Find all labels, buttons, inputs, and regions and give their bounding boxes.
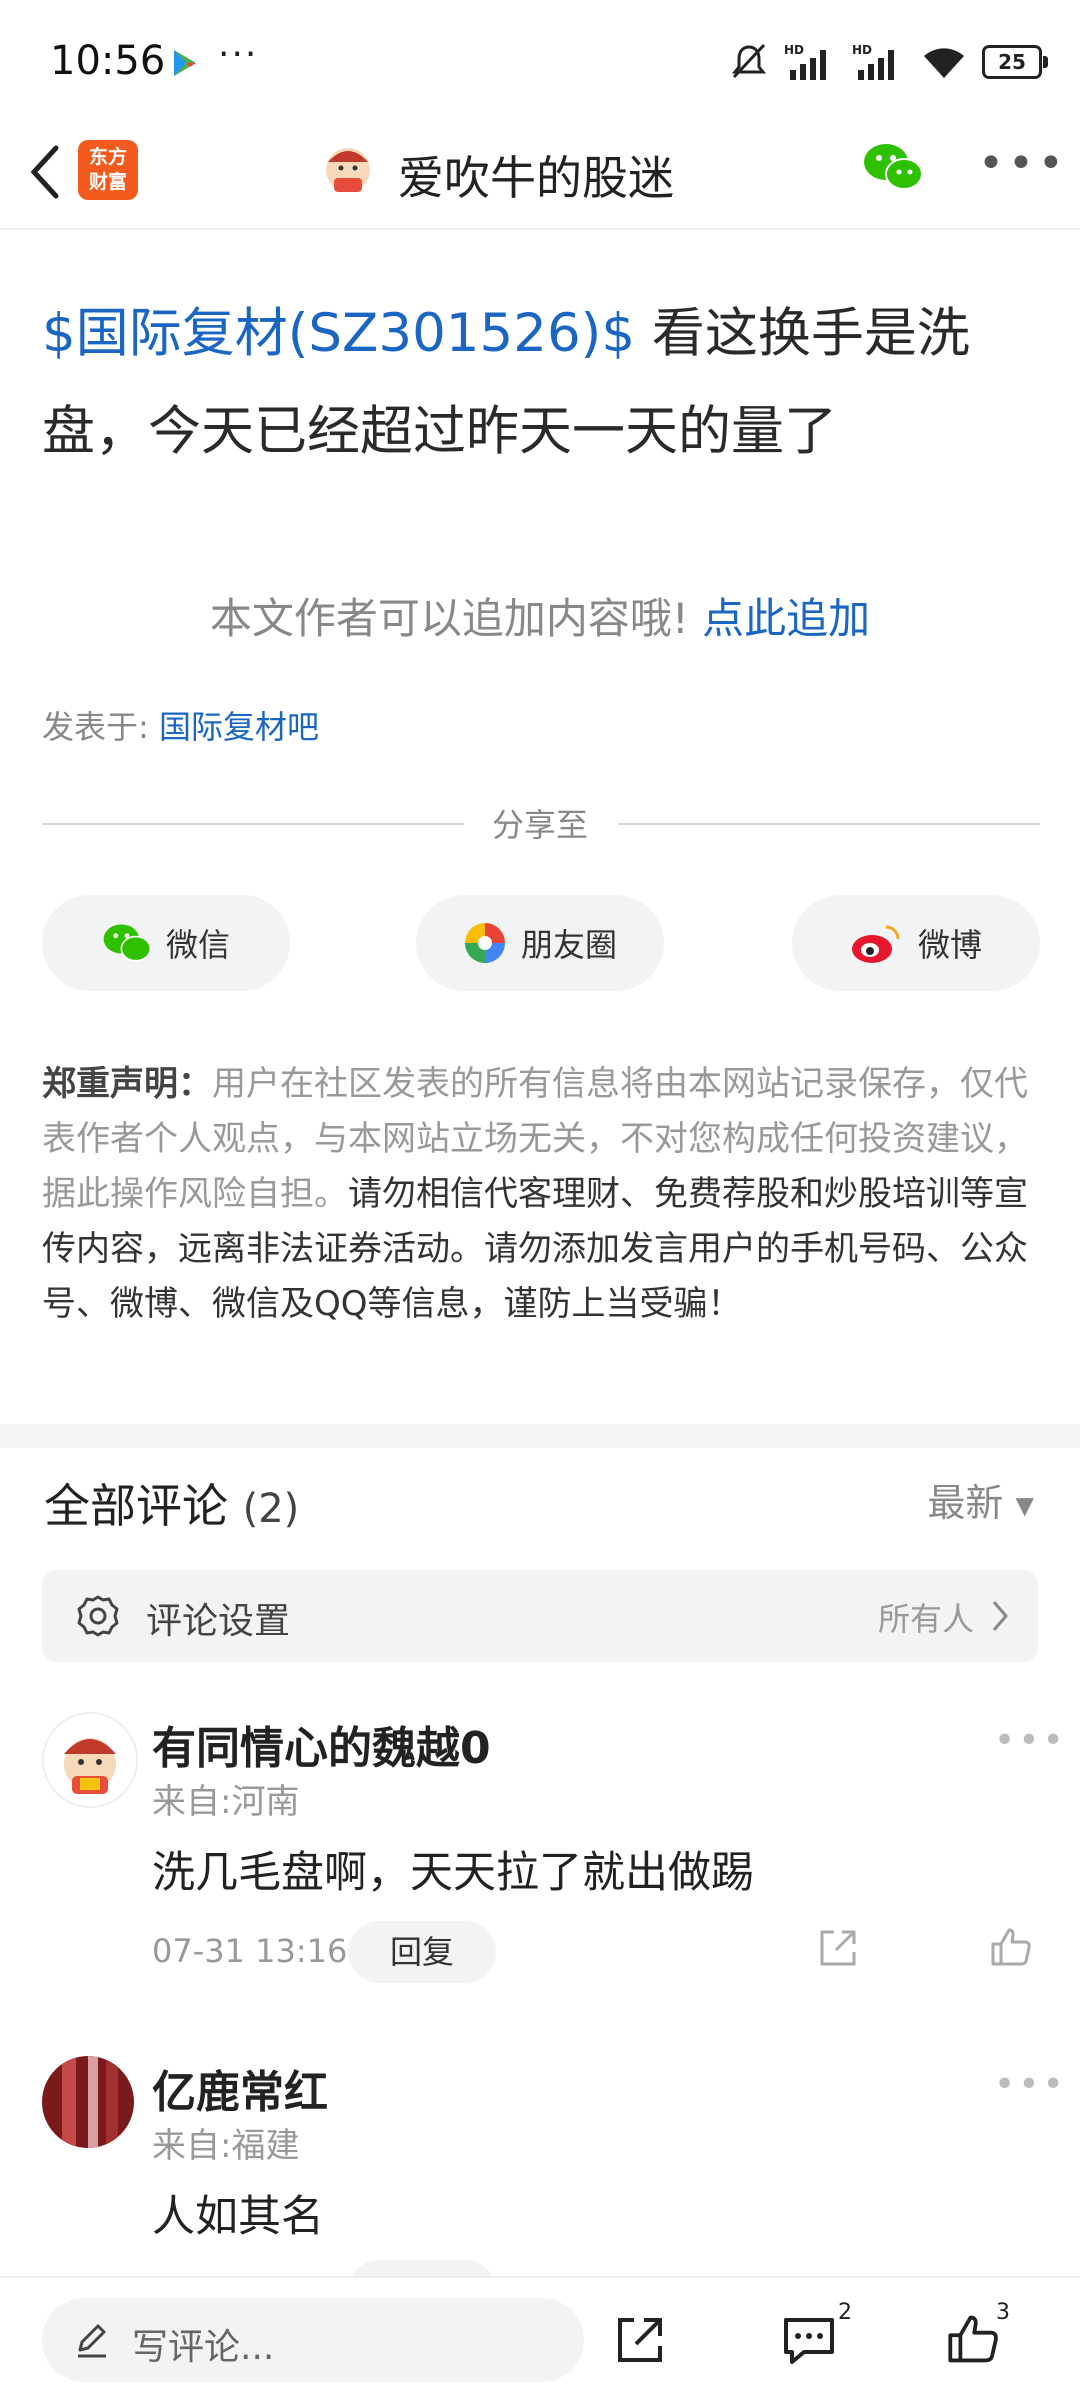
caret-down-icon: ▼: [1015, 1491, 1034, 1520]
reply-button[interactable]: 回复: [348, 1921, 496, 1983]
share-icon[interactable]: [612, 2312, 668, 2368]
append-prompt: 本文作者可以追加内容哦! 点此追加: [0, 585, 1080, 646]
avatar[interactable]: [42, 1712, 138, 1808]
svg-text:HD: HD: [784, 43, 804, 57]
comment-text: 人如其名: [152, 2192, 324, 2242]
share-weibo-label: 微博: [917, 926, 982, 964]
forum-link[interactable]: 国际复材吧: [159, 708, 319, 746]
share-moments-label: 朋友圈: [520, 926, 617, 964]
comments-title: 全部评论 (2): [44, 1470, 299, 1536]
signal-icon: HD: [784, 43, 826, 80]
like-count-badge: 3: [996, 2300, 1010, 2325]
comment-icon[interactable]: [780, 2312, 838, 2368]
comment-placeholder: 写评论...: [132, 2327, 275, 2368]
post-content: $国际复材(SZ301526)$ 看这换手是洗盘，今天已经超过昨天一天的量了: [42, 285, 1042, 481]
author-avatar-icon: [326, 148, 370, 192]
share-wechat-label: 微信: [165, 926, 230, 964]
comment-item: 亿鹿常红 来自:福建 ••• 人如其名: [0, 2044, 1080, 2276]
comment-author[interactable]: 亿鹿常红: [152, 2056, 328, 2120]
comment-count-badge: 2: [838, 2300, 852, 2325]
mute-icon: [731, 43, 767, 79]
signal-icon-2: HD: [852, 43, 894, 80]
back-arrow-icon[interactable]: [18, 132, 78, 212]
posted-in: 发表于: 国际复材吧: [42, 702, 319, 748]
chevron-right-icon: [992, 1601, 1008, 1631]
moments-icon: [464, 923, 505, 963]
bottom-bar: 写评论... 2 3: [0, 2276, 1080, 2402]
status-more-icon: ···: [218, 34, 259, 75]
logo-text-2: 财富: [88, 171, 127, 193]
share-weibo-button[interactable]: 微博: [792, 895, 1040, 991]
share-wechat-button[interactable]: 微信: [42, 895, 290, 991]
settings-value: 所有人: [877, 1600, 974, 1638]
weibo-icon: [851, 925, 900, 963]
play-store-icon: [174, 50, 196, 76]
system-icons: HD HD 25: [728, 38, 1048, 86]
disclaimer-title: 郑重声明：: [42, 1064, 212, 1104]
comment-more-icon[interactable]: •••: [994, 2064, 1067, 2105]
share-label: 分享至: [491, 806, 588, 844]
battery-icon: 25: [982, 45, 1048, 79]
svg-text:HD: HD: [852, 43, 872, 57]
comment-text: 洗几毛盘啊，天天拉了就出做踢: [152, 1848, 754, 1898]
status-time: 10:56: [50, 38, 166, 84]
share-moments-button[interactable]: 朋友圈: [416, 895, 664, 991]
pencil-icon: [78, 2324, 106, 2358]
wifi-icon: [924, 48, 964, 78]
disclaimer: 郑重声明：用户在社区发表的所有信息将由本网站记录保存，仅代表作者个人观点，与本网…: [42, 1057, 1040, 1332]
more-options-icon[interactable]: •••: [978, 138, 1068, 189]
wechat-icon: [103, 924, 152, 962]
sort-label: 最新: [927, 1481, 1004, 1525]
settings-label: 评论设置: [146, 1601, 291, 1642]
gear-icon: [77, 1595, 119, 1637]
comment-author[interactable]: 有同情心的魏越0: [152, 1712, 491, 1776]
comments-count: (2): [242, 1486, 300, 1532]
app-logo[interactable]: 东方 财富: [78, 140, 138, 200]
wechat-icon[interactable]: [862, 140, 924, 194]
append-link[interactable]: 点此追加: [702, 594, 870, 643]
thumbs-up-icon[interactable]: [944, 2310, 1002, 2368]
append-prompt-text: 本文作者可以追加内容哦!: [209, 594, 689, 643]
comment-settings-row[interactable]: 评论设置 所有人: [42, 1570, 1038, 1662]
share-icon[interactable]: [816, 1926, 860, 1970]
logo-text-1: 东方: [88, 146, 127, 168]
comment-location: 来自:福建: [152, 2126, 300, 2166]
thumbs-up-icon[interactable]: [988, 1924, 1034, 1970]
posted-in-label: 发表于:: [42, 708, 149, 746]
avatar[interactable]: [42, 2056, 134, 2148]
app-header: 东方 财富 爱吹牛的股迷 •••: [0, 118, 1080, 230]
comment-time: 07-31 13:16: [152, 1932, 348, 1970]
sort-dropdown[interactable]: 最新 ▼: [927, 1472, 1034, 1527]
comment-more-icon[interactable]: •••: [994, 1720, 1067, 1761]
comments-title-text: 全部评论: [44, 1479, 228, 1533]
status-bar: 10:56 ··· HD HD 25: [0, 0, 1080, 118]
reply-button-partial[interactable]: [348, 2260, 496, 2276]
comment-location: 来自:河南: [152, 1782, 300, 1822]
section-divider: [0, 1424, 1080, 1448]
comment-item: 有同情心的魏越0 来自:河南 ••• 洗几毛盘啊，天天拉了就出做踢 07-31 …: [0, 1700, 1080, 2000]
stock-tag-link[interactable]: $国际复材(SZ301526)$: [42, 303, 635, 364]
page-title: 爱吹牛的股迷: [398, 151, 674, 205]
comment-input[interactable]: 写评论...: [42, 2298, 584, 2382]
